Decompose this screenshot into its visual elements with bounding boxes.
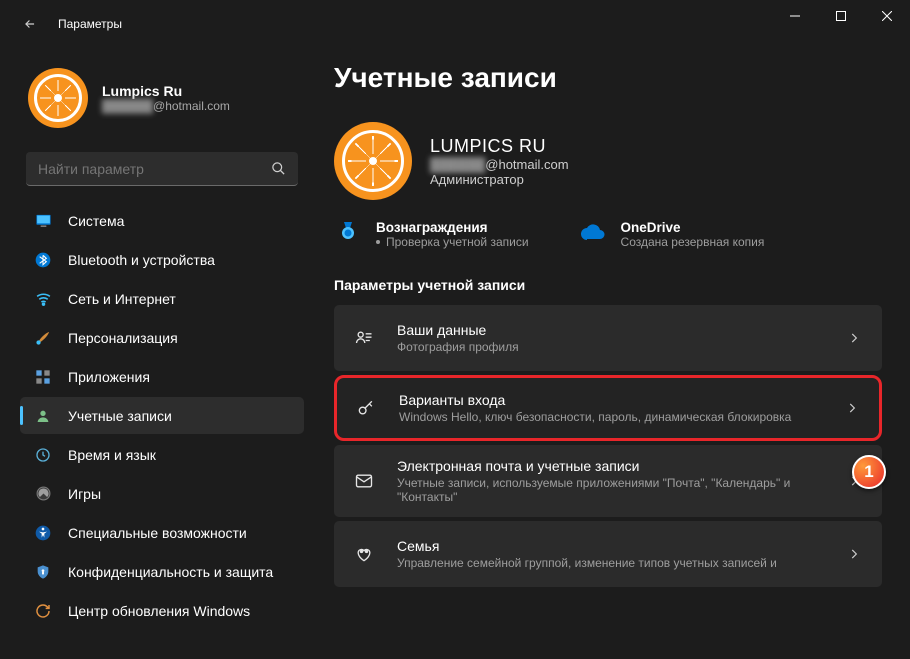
back-button[interactable] <box>20 14 40 34</box>
titlebar: Параметры <box>0 0 910 48</box>
sidebar: Lumpics Ru ██████@hotmail.com Система Bl… <box>0 48 316 659</box>
accessibility-icon <box>34 524 52 542</box>
sidebar-item-apps[interactable]: Приложения <box>20 358 304 395</box>
sidebar-item-label: Конфиденциальность и защита <box>68 564 273 580</box>
sidebar-item-accounts[interactable]: Учетные записи <box>20 397 304 434</box>
person-icon <box>34 407 52 425</box>
sidebar-profile[interactable]: Lumpics Ru ██████@hotmail.com <box>20 48 304 152</box>
tile-rewards[interactable]: Вознаграждения Проверка учетной записи <box>334 220 529 249</box>
medal-icon <box>334 220 362 244</box>
tile-title: Вознаграждения <box>376 220 529 235</box>
card-family[interactable]: Семья Управление семейной группой, измен… <box>334 521 882 587</box>
card-subtitle: Windows Hello, ключ безопасности, пароль… <box>399 410 823 424</box>
tile-onedrive[interactable]: OneDrive Создана резервная копия <box>579 220 765 249</box>
account-display-name: LUMPICS RU <box>430 136 569 157</box>
card-title: Варианты входа <box>399 392 823 408</box>
sidebar-item-label: Специальные возможности <box>68 525 247 541</box>
apps-icon <box>34 368 52 386</box>
wifi-icon <box>34 290 52 308</box>
close-button[interactable] <box>864 0 910 32</box>
settings-cards: Ваши данные Фотография профиля Варианты … <box>334 305 882 587</box>
chevron-right-icon <box>847 331 861 345</box>
id-icon <box>353 327 375 349</box>
minimize-button[interactable] <box>772 0 818 32</box>
tile-title: OneDrive <box>621 220 765 235</box>
orange-icon <box>342 130 404 192</box>
key-icon <box>355 397 377 419</box>
window-controls <box>772 0 910 32</box>
gamepad-icon <box>34 485 52 503</box>
display-icon <box>34 212 52 230</box>
sidebar-item-label: Игры <box>68 486 101 502</box>
account-email: ██████@hotmail.com <box>430 157 569 172</box>
window-title: Параметры <box>58 17 122 31</box>
chevron-right-icon <box>847 547 861 561</box>
orange-icon <box>34 74 82 122</box>
sidebar-item-label: Центр обновления Windows <box>68 603 250 619</box>
sidebar-item-accessibility[interactable]: Специальные возможности <box>20 514 304 551</box>
sidebar-item-bluetooth[interactable]: Bluetooth и устройства <box>20 241 304 278</box>
sidebar-item-label: Время и язык <box>68 447 156 463</box>
search-box[interactable] <box>26 152 298 186</box>
sidebar-item-label: Bluetooth и устройства <box>68 252 215 268</box>
family-icon <box>353 543 375 565</box>
card-title: Ваши данные <box>397 322 825 338</box>
card-email-accounts[interactable]: Электронная почта и учетные записи Учетн… <box>334 445 882 517</box>
profile-email: ██████@hotmail.com <box>102 99 230 113</box>
sidebar-item-label: Учетные записи <box>68 408 172 424</box>
card-title: Семья <box>397 538 825 554</box>
page-title: Учетные записи <box>334 62 882 94</box>
sidebar-item-gaming[interactable]: Игры <box>20 475 304 512</box>
card-subtitle: Управление семейной группой, изменение т… <box>397 556 825 570</box>
card-subtitle: Учетные записи, используемые приложениям… <box>397 476 825 504</box>
brush-icon <box>34 329 52 347</box>
tile-subtitle: Проверка учетной записи <box>376 235 529 249</box>
chevron-right-icon <box>845 401 859 415</box>
profile-name: Lumpics Ru <box>102 83 230 99</box>
sidebar-item-label: Приложения <box>68 369 150 385</box>
sidebar-item-privacy[interactable]: Конфиденциальность и защита <box>20 553 304 590</box>
sidebar-item-network[interactable]: Сеть и Интернет <box>20 280 304 317</box>
nav-list: Система Bluetooth и устройства Сеть и Ин… <box>20 202 304 629</box>
card-subtitle: Фотография профиля <box>397 340 825 354</box>
sidebar-item-system[interactable]: Система <box>20 202 304 239</box>
clock-icon <box>34 446 52 464</box>
sidebar-item-label: Сеть и Интернет <box>68 291 176 307</box>
update-icon <box>34 602 52 620</box>
sidebar-item-label: Система <box>68 213 124 229</box>
annotation-badge-1: 1 <box>852 455 886 489</box>
account-tiles: Вознаграждения Проверка учетной записи O… <box>334 220 882 249</box>
main-content: Учетные записи LUMPICS RU ██████@hotmail… <box>316 48 910 659</box>
card-your-info[interactable]: Ваши данные Фотография профиля <box>334 305 882 371</box>
sidebar-item-update[interactable]: Центр обновления Windows <box>20 592 304 629</box>
account-header: LUMPICS RU ██████@hotmail.com Администра… <box>334 122 882 200</box>
sidebar-item-time[interactable]: Время и язык <box>20 436 304 473</box>
search-icon <box>271 161 286 176</box>
maximize-button[interactable] <box>818 0 864 32</box>
section-label: Параметры учетной записи <box>334 277 882 293</box>
avatar <box>28 68 88 128</box>
shield-icon <box>34 563 52 581</box>
cloud-icon <box>579 220 607 244</box>
account-avatar <box>334 122 412 200</box>
search-input[interactable] <box>38 161 271 177</box>
sidebar-item-personalization[interactable]: Персонализация <box>20 319 304 356</box>
card-title: Электронная почта и учетные записи <box>397 458 825 474</box>
tile-subtitle: Создана резервная копия <box>621 235 765 249</box>
mail-icon <box>353 470 375 492</box>
account-role: Администратор <box>430 172 569 187</box>
card-sign-in-options[interactable]: Варианты входа Windows Hello, ключ безоп… <box>334 375 882 441</box>
bluetooth-icon <box>34 251 52 269</box>
sidebar-item-label: Персонализация <box>68 330 178 346</box>
